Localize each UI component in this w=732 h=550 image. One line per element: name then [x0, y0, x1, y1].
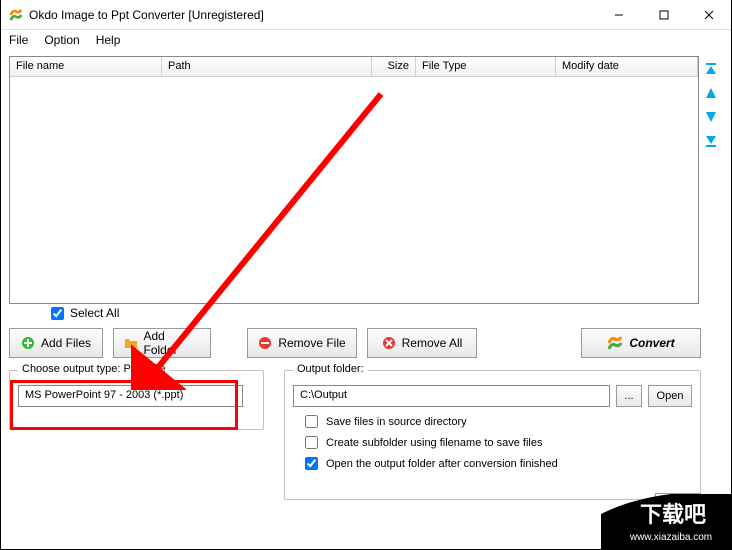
minimize-button[interactable] — [596, 0, 641, 30]
col-filename[interactable]: File name — [10, 57, 162, 76]
select-all-label: Select All — [70, 306, 119, 320]
app-window: Okdo Image to Ppt Converter [Unregistere… — [0, 0, 732, 550]
remove-all-label: Remove All — [402, 336, 463, 350]
menu-help[interactable]: Help — [96, 33, 121, 47]
add-files-button[interactable]: Add Files — [9, 328, 103, 358]
plus-icon — [21, 336, 35, 350]
x-icon — [382, 336, 396, 350]
col-path[interactable]: Path — [162, 57, 372, 76]
window-title: Okdo Image to Ppt Converter [Unregistere… — [29, 8, 596, 22]
output-type-select[interactable]: MS PowerPoint 97 - 2003 (*.ppt) — [18, 385, 243, 407]
col-modify[interactable]: Modify date — [556, 57, 698, 76]
remove-all-button[interactable]: Remove All — [367, 328, 477, 358]
select-all-checkbox[interactable]: Select All — [51, 306, 723, 320]
move-bottom-icon[interactable] — [704, 134, 718, 148]
folder-icon — [124, 336, 137, 350]
move-up-icon[interactable] — [704, 86, 718, 100]
maximize-button[interactable] — [641, 0, 686, 30]
output-folder-fieldset: Output folder: C:\Output ... Open Save f… — [284, 370, 701, 500]
minus-icon — [258, 336, 272, 350]
add-files-label: Add Files — [41, 336, 91, 350]
move-down-icon[interactable] — [704, 110, 718, 124]
app-logo-icon — [9, 8, 23, 22]
col-size[interactable]: Size — [372, 57, 416, 76]
watermark: 下载吧 www.xiazaiba.com — [601, 494, 731, 549]
close-button[interactable] — [686, 0, 731, 30]
output-type-fieldset: Choose output type: PPT File MS PowerPoi… — [9, 370, 264, 430]
convert-button[interactable]: Convert — [581, 328, 701, 358]
svg-text:www.xiazaiba.com: www.xiazaiba.com — [629, 532, 712, 543]
titlebar: Okdo Image to Ppt Converter [Unregistere… — [1, 0, 731, 30]
open-after-checkbox[interactable]: Open the output folder after conversion … — [305, 457, 692, 470]
remove-file-button[interactable]: Remove File — [247, 328, 357, 358]
reorder-buttons — [699, 56, 723, 304]
move-top-icon[interactable] — [704, 62, 718, 76]
menubar: File Option Help — [1, 30, 731, 50]
output-type-legend: Choose output type: PPT File — [18, 363, 170, 375]
create-subfolder-checkbox[interactable]: Create subfolder using filename to save … — [305, 436, 692, 449]
file-table[interactable]: File name Path Size File Type Modify dat… — [9, 56, 699, 304]
menu-option[interactable]: Option — [44, 33, 79, 47]
svg-text:下载吧: 下载吧 — [640, 502, 706, 527]
output-folder-legend: Output folder: — [293, 363, 368, 375]
table-header: File name Path Size File Type Modify dat… — [10, 57, 698, 77]
remove-file-label: Remove File — [278, 336, 345, 350]
add-folder-label: Add Folder — [143, 329, 200, 357]
save-in-source-checkbox[interactable]: Save files in source directory — [305, 415, 692, 428]
content-area: File name Path Size File Type Modify dat… — [1, 50, 731, 549]
convert-icon — [607, 335, 623, 351]
toolbar: Add Files Add Folder Remove File Remove … — [9, 328, 723, 358]
output-folder-input[interactable]: C:\Output — [293, 385, 610, 407]
add-folder-button[interactable]: Add Folder — [113, 328, 211, 358]
menu-file[interactable]: File — [9, 33, 28, 47]
col-filetype[interactable]: File Type — [416, 57, 556, 76]
open-button[interactable]: Open — [648, 385, 692, 407]
select-all-input[interactable] — [51, 307, 64, 320]
browse-button[interactable]: ... — [616, 385, 642, 407]
convert-label: Convert — [629, 336, 674, 350]
